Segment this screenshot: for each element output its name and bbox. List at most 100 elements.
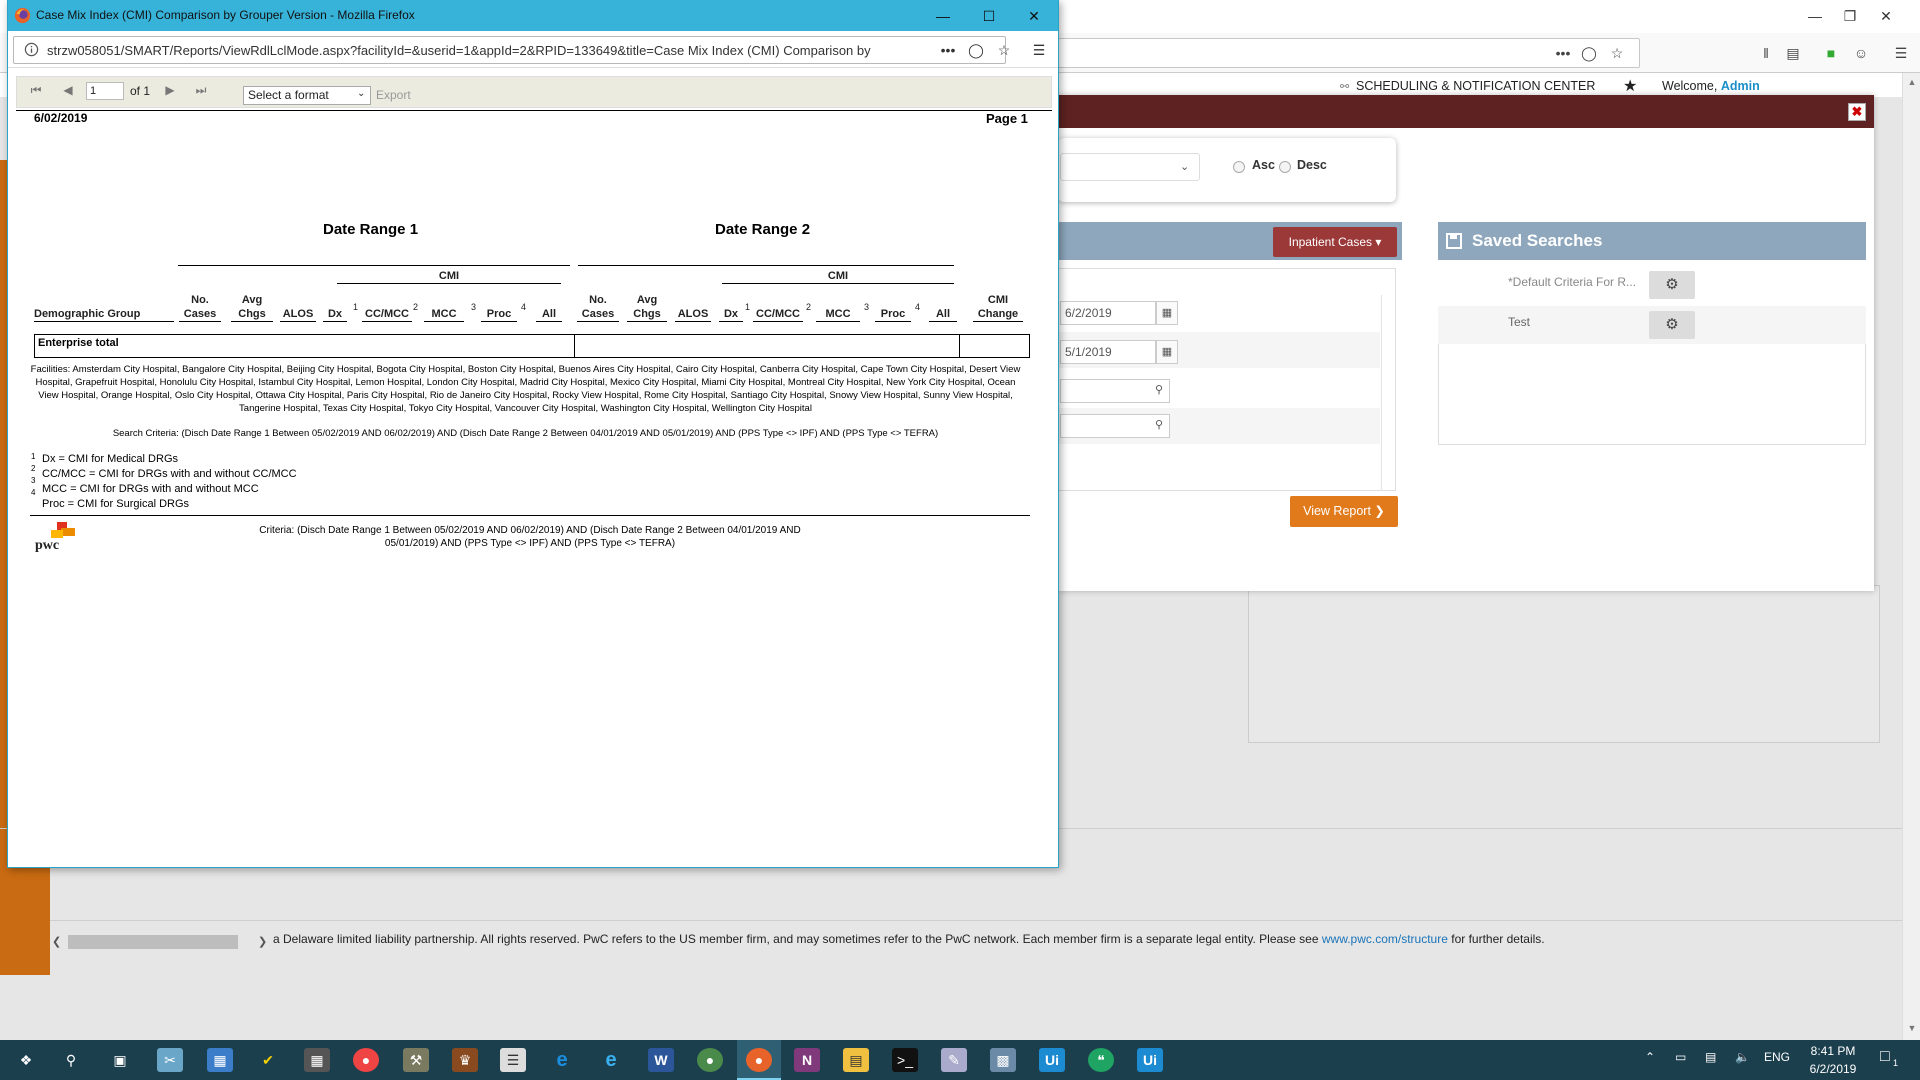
ie-icon[interactable]: e [598,1048,624,1072]
more-actions-icon[interactable]: ••• [1552,43,1574,63]
edge-icon[interactable]: e [549,1048,575,1072]
pocket-icon[interactable]: ◯ [966,40,986,60]
bookmark-star-icon[interactable]: ☆ [1606,43,1628,63]
background-url-field[interactable] [1040,38,1640,68]
calculator-icon[interactable]: ▦ [304,1048,330,1072]
col-dx: Dx [323,307,347,322]
close-icon[interactable]: ✕ [1023,6,1045,26]
language-indicator[interactable]: ENG [1764,1050,1790,1064]
view-report-button[interactable]: View Report ❯ [1290,496,1398,527]
search-icon[interactable]: ⚲ [58,1048,84,1072]
menu-icon[interactable]: ☰ [1890,43,1912,63]
minimize-icon[interactable]: — [1805,6,1825,26]
store-icon[interactable]: ▦ [207,1048,233,1072]
desc-radio[interactable] [1279,161,1291,173]
page-number-input[interactable]: 1 [86,82,124,100]
date-range-start-input[interactable]: 5/1/2019 [1060,340,1156,364]
saved-search-row[interactable]: Test ⚙ [1438,306,1866,344]
battery-icon[interactable]: ▭ [1675,1050,1686,1064]
cell-divider [574,334,575,358]
minimize-icon[interactable]: — [932,6,954,26]
snipping-icon[interactable]: ✂ [157,1048,183,1072]
extension-icon[interactable]: ■ [1820,43,1842,63]
clock-time[interactable]: 8:41 PM [1808,1044,1858,1058]
scroll-up-icon[interactable]: ▲ [1906,77,1918,89]
network-icon[interactable]: ▤ [1705,1050,1716,1064]
maximize-icon[interactable]: ☐ [978,6,1000,26]
last-page-icon[interactable]: ⏭ [193,82,209,98]
tools-icon[interactable]: ⚒ [403,1048,429,1072]
modal-close-button[interactable]: ✖ [1848,103,1866,121]
scroll-right-icon[interactable]: ❯ [258,935,267,948]
footer-link[interactable]: www.pwc.com/structure [1322,932,1448,946]
info-icon[interactable] [24,42,39,57]
popup-url-text[interactable]: strzw058051/SMART/Reports/ViewRdlLclMode… [47,43,927,58]
export-format-select[interactable]: Select a format [243,86,371,105]
welcome-user[interactable]: Admin [1721,79,1760,93]
search-icon[interactable]: ⚲ [1148,414,1170,438]
restore-icon[interactable]: ❐ [1840,6,1860,26]
menu-icon[interactable]: ☰ [1029,40,1049,60]
firefox-icon[interactable]: ● [746,1048,772,1072]
col-avg-chgs-line1: Avg [241,294,263,306]
scheduling-center-link[interactable]: SCHEDULING & NOTIFICATION CENTER [1356,79,1595,93]
calendar-icon[interactable]: ▦ [1156,301,1178,325]
task-view-icon[interactable]: ▣ [107,1048,133,1072]
start-icon[interactable]: ❖ [13,1048,39,1072]
clock-date[interactable]: 6/2/2019 [1808,1062,1858,1076]
superscript-3: 3 [864,302,870,312]
app-icon[interactable]: ▩ [990,1048,1016,1072]
saved-search-label[interactable]: *Default Criteria For R... [1508,275,1636,289]
uipath-studio-icon[interactable]: Ui [1039,1048,1065,1072]
scroll-thumb[interactable] [68,935,238,949]
date-range-end-input[interactable]: 6/2/2019 [1060,301,1156,325]
notification-icon[interactable]: □ [1880,1048,1890,1066]
tray-chevron-icon[interactable]: ⌃ [1645,1050,1655,1064]
gear-icon[interactable]: ⚙ [1649,271,1695,299]
game-icon[interactable]: ♛ [452,1048,478,1072]
volume-icon[interactable]: 🔈 [1735,1050,1750,1064]
sort-field-select[interactable] [1060,153,1200,181]
pocket-icon[interactable]: ◯ [1578,43,1600,63]
account-icon[interactable]: ☺ [1850,43,1872,63]
uipath-robot-icon[interactable]: Ui [1137,1048,1163,1072]
footer-text: a Delaware limited liability partnership… [273,932,1545,946]
calendar-icon[interactable]: ▦ [1156,340,1178,364]
cmd-icon[interactable]: >_ [892,1048,918,1072]
criteria-scrollbar[interactable] [1381,295,1396,491]
notes-icon[interactable]: ✎ [941,1048,967,1072]
more-actions-icon[interactable]: ••• [938,40,958,60]
bookmark-star-icon[interactable]: ☆ [994,40,1014,60]
notepad-icon[interactable]: ☰ [500,1048,526,1072]
export-link[interactable]: Export [376,88,411,102]
onenote-icon[interactable]: N [794,1048,820,1072]
chrome-icon[interactable]: ● [353,1048,379,1072]
sidebar-icon[interactable]: ▤ [1782,43,1804,63]
horizontal-scrollbar[interactable]: ❮ ❯ [52,935,272,949]
first-page-icon[interactable]: ⏮ [28,82,44,98]
col-demographic-group: Demographic Group [34,307,174,322]
col-avg-chgs-line2: Chgs [238,308,266,320]
norton-icon[interactable]: ✔ [255,1048,281,1072]
hangouts-icon[interactable]: ❝ [1088,1048,1114,1072]
asc-radio[interactable] [1233,161,1245,173]
gear-icon[interactable]: ⚙ [1649,311,1695,339]
col-no-cases-line1: No. [191,294,209,306]
col-no-cases-line1: No. [589,294,607,306]
explorer-icon[interactable]: ▤ [843,1048,869,1072]
col-alos: ALOS [280,307,316,322]
next-page-icon[interactable]: ▶ [162,82,178,98]
previous-page-icon[interactable]: ◀ [60,82,76,98]
scroll-down-icon[interactable]: ▼ [1906,1023,1918,1035]
close-icon[interactable]: ✕ [1876,6,1896,26]
word-icon[interactable]: W [648,1048,674,1072]
saved-search-row[interactable]: *Default Criteria For R... ⚙ [1438,268,1866,306]
scroll-left-icon[interactable]: ❮ [52,935,61,948]
search-icon[interactable]: ⚲ [1148,379,1170,403]
library-icon[interactable]: ‖ [1755,43,1777,63]
case-type-dropdown[interactable]: Inpatient Cases ▾ [1273,227,1397,257]
chrome-profile-icon[interactable]: ● [697,1048,723,1072]
page-scrollbar[interactable]: ▲ ▼ [1902,73,1920,1040]
saved-search-label[interactable]: Test [1508,315,1530,329]
col-proc: Proc [875,307,911,322]
